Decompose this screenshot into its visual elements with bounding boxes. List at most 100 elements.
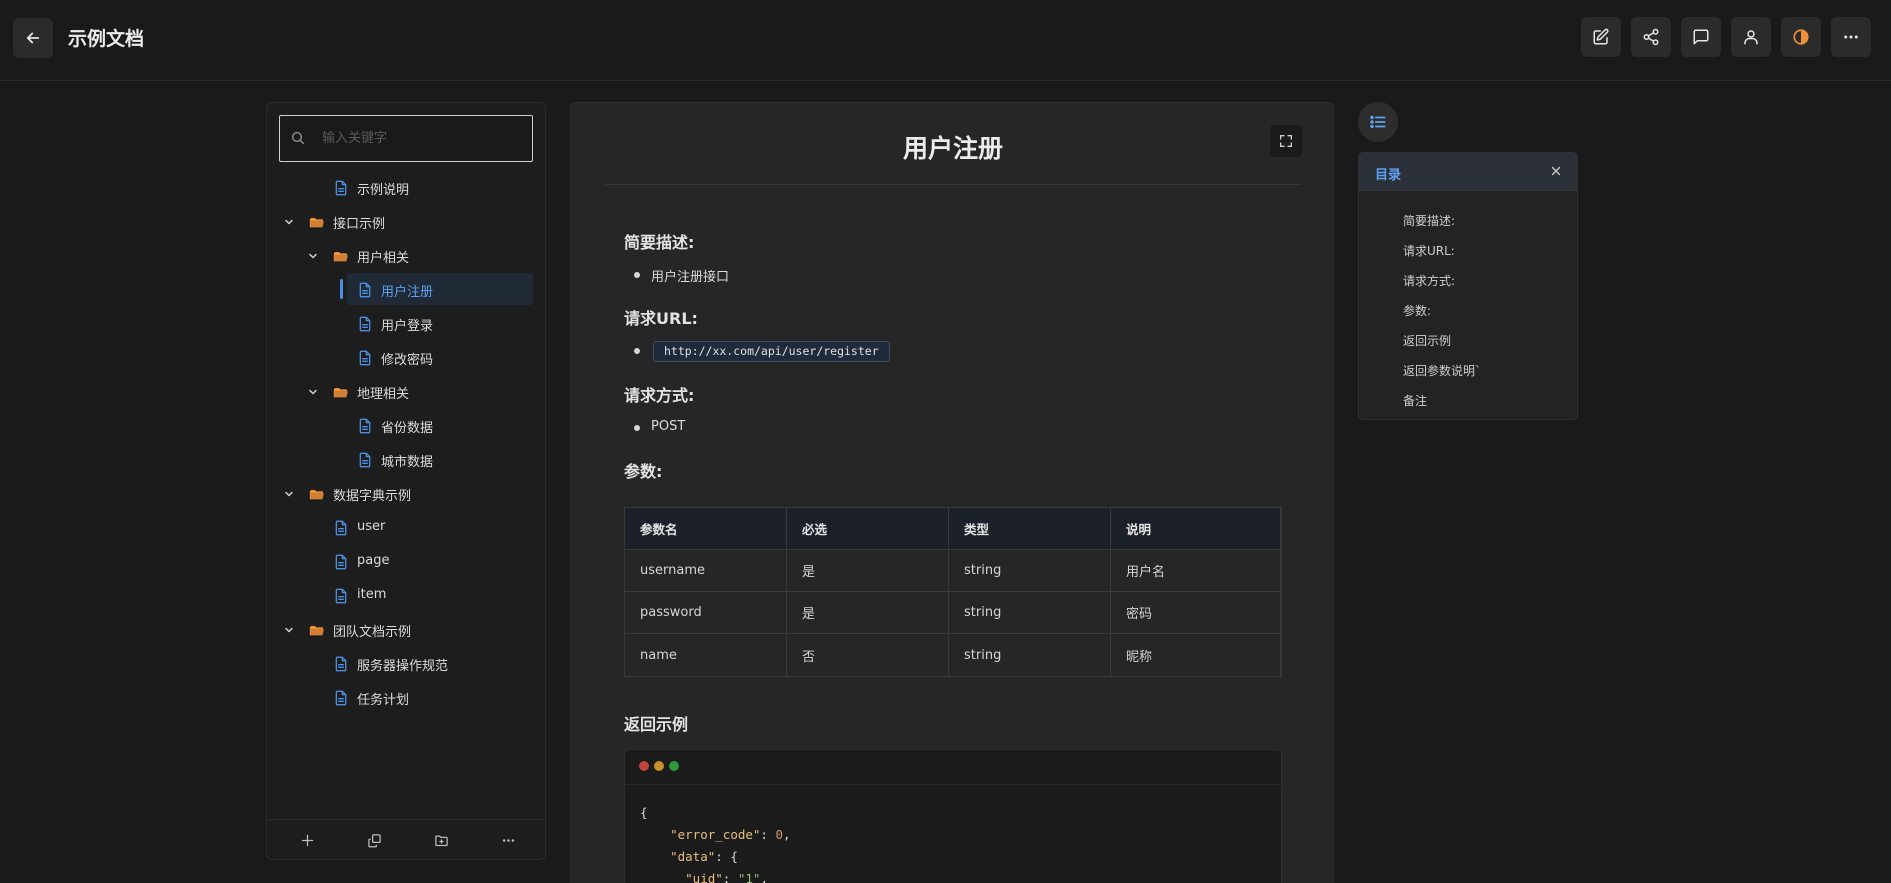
code-key: "error_code" (670, 827, 761, 842)
user-button[interactable] (1731, 17, 1771, 57)
toc-list: 简要描述: 请求URL: 请求方式: 参数: 返回示例 返回参数说明` 备注 (1359, 205, 1577, 415)
dot-red (639, 761, 649, 771)
selection-indicator (340, 279, 343, 299)
edit-button[interactable] (1581, 17, 1621, 57)
add-doc-button[interactable] (297, 830, 317, 850)
share-button[interactable] (1631, 17, 1671, 57)
toc-item[interactable]: 简要描述: (1359, 205, 1577, 235)
tree-doc[interactable]: 用户注册 (267, 273, 547, 307)
document-icon (357, 316, 373, 332)
tree-item-label: 示例说明 (357, 183, 410, 198)
code-key: "uid" (685, 871, 723, 883)
toc-item[interactable]: 请求方式: (1359, 265, 1577, 295)
method-text: POST (651, 419, 686, 434)
heading-method: 请求方式: (624, 386, 695, 405)
folder-icon (309, 622, 325, 638)
search-input[interactable] (322, 116, 522, 161)
toc-item[interactable]: 备注 (1359, 385, 1577, 415)
tree-folder[interactable]: 用户相关 (267, 239, 547, 273)
chevron-down-icon[interactable] (307, 250, 319, 262)
table-cell: 是 (787, 550, 949, 591)
tree-doc[interactable]: 省份数据 (267, 409, 547, 443)
toc-item[interactable]: 返回示例 (1359, 325, 1577, 355)
toc-item[interactable]: 请求URL: (1359, 235, 1577, 265)
theme-icon (1793, 29, 1809, 45)
tree-doc[interactable]: 示例说明 (267, 171, 547, 205)
table-row: username 是 string 用户名 (625, 550, 1281, 592)
bullet (634, 348, 640, 354)
code-punct: : (760, 827, 776, 842)
new-folder-button[interactable] (431, 830, 451, 850)
heading-return: 返回示例 (624, 715, 689, 734)
close-icon[interactable] (1549, 164, 1563, 178)
code-line: "error_code": 0, (640, 824, 790, 846)
tree-folder[interactable]: 地理相关 (267, 375, 547, 409)
chevron-down-icon[interactable] (283, 488, 295, 500)
arrow-left-icon (26, 32, 40, 44)
table-cell: name (625, 634, 787, 676)
dot-yellow (654, 761, 664, 771)
comment-button[interactable] (1681, 17, 1721, 57)
toc-item[interactable]: 返回参数说明` (1359, 355, 1577, 385)
chevron-down-icon[interactable] (307, 386, 319, 398)
table-header-cell: 参数名 (625, 508, 787, 549)
dot-green (669, 761, 679, 771)
folder-icon (333, 248, 349, 264)
back-button[interactable] (13, 18, 53, 58)
table-row: password 是 string 密码 (625, 592, 1281, 634)
toc-toggle-button[interactable] (1358, 102, 1398, 142)
tree-folder[interactable]: 团队文档示例 (267, 613, 547, 647)
chevron-down-icon[interactable] (283, 216, 295, 228)
document-icon (357, 350, 373, 366)
code-punct: : (715, 849, 731, 864)
tree-doc[interactable]: 用户登录 (267, 307, 547, 341)
toc-header: 目录 (1359, 153, 1577, 191)
more-button[interactable] (1831, 17, 1871, 57)
tree-doc[interactable]: user (267, 511, 547, 545)
copy-doc-button[interactable] (364, 830, 384, 850)
tree-doc[interactable]: 服务器操作规范 (267, 647, 547, 681)
tree-folder[interactable]: 接口示例 (267, 205, 547, 239)
list-icon (1370, 115, 1386, 129)
code-lines: { "error_code": 0, "data": { "uid": "1", (640, 802, 791, 883)
search-box (279, 115, 533, 162)
tree-doc[interactable]: page (267, 545, 547, 579)
fullscreen-button[interactable] (1270, 125, 1302, 157)
tree-doc[interactable]: 修改密码 (267, 341, 547, 375)
tree-doc[interactable]: 城市数据 (267, 443, 547, 477)
folder-icon (333, 384, 349, 400)
document-icon (357, 418, 373, 434)
chevron-down-icon[interactable] (283, 624, 295, 636)
table-header-cell: 必选 (787, 508, 949, 549)
tree-folder[interactable]: 数据字典示例 (267, 477, 547, 511)
toc-panel: 目录 简要描述: 请求URL: 请求方式: 参数: 返回示例 返回参数说明` 备注 (1358, 152, 1578, 420)
params-table: 参数名 必选 类型 说明 username 是 string 用户名 password 是 stri… (624, 507, 1282, 677)
code-line: { (640, 802, 791, 824)
tree-item-label: 修改密码 (381, 353, 434, 368)
code-block: { "error_code": 0, "data": { "uid": "1", (624, 749, 1282, 883)
code-divider (625, 784, 1281, 785)
doc-content: 用户注册 简要描述: 用户注册接口 请求URL: http://xx.com/a… (570, 102, 1334, 883)
search-icon (291, 131, 305, 145)
table-header-cell: 说明 (1111, 508, 1281, 549)
table-cell: 昵称 (1111, 634, 1281, 676)
document-icon (333, 180, 349, 196)
tree-doc[interactable]: item (267, 579, 547, 613)
table-cell: username (625, 550, 787, 591)
heading-url: 请求URL: (624, 309, 698, 328)
toc-item[interactable]: 参数: (1359, 295, 1577, 325)
window-dots (639, 761, 679, 771)
top-header: 示例文档 (0, 0, 1891, 81)
tree-item-label: 城市数据 (381, 455, 434, 470)
sidebar-more-button[interactable] (498, 830, 518, 850)
tree-item-label: 用户登录 (381, 319, 434, 334)
tree-item-label: 团队文档示例 (333, 625, 412, 640)
document-icon (357, 452, 373, 468)
tree-doc[interactable]: 任务计划 (267, 681, 547, 715)
table-cell: password (625, 592, 787, 633)
heading-description: 简要描述: (624, 233, 695, 252)
code-string: "1" (737, 871, 761, 883)
theme-toggle-button[interactable] (1781, 17, 1821, 57)
code-key: "data" (670, 849, 716, 864)
code-line: "data": { (640, 846, 791, 868)
